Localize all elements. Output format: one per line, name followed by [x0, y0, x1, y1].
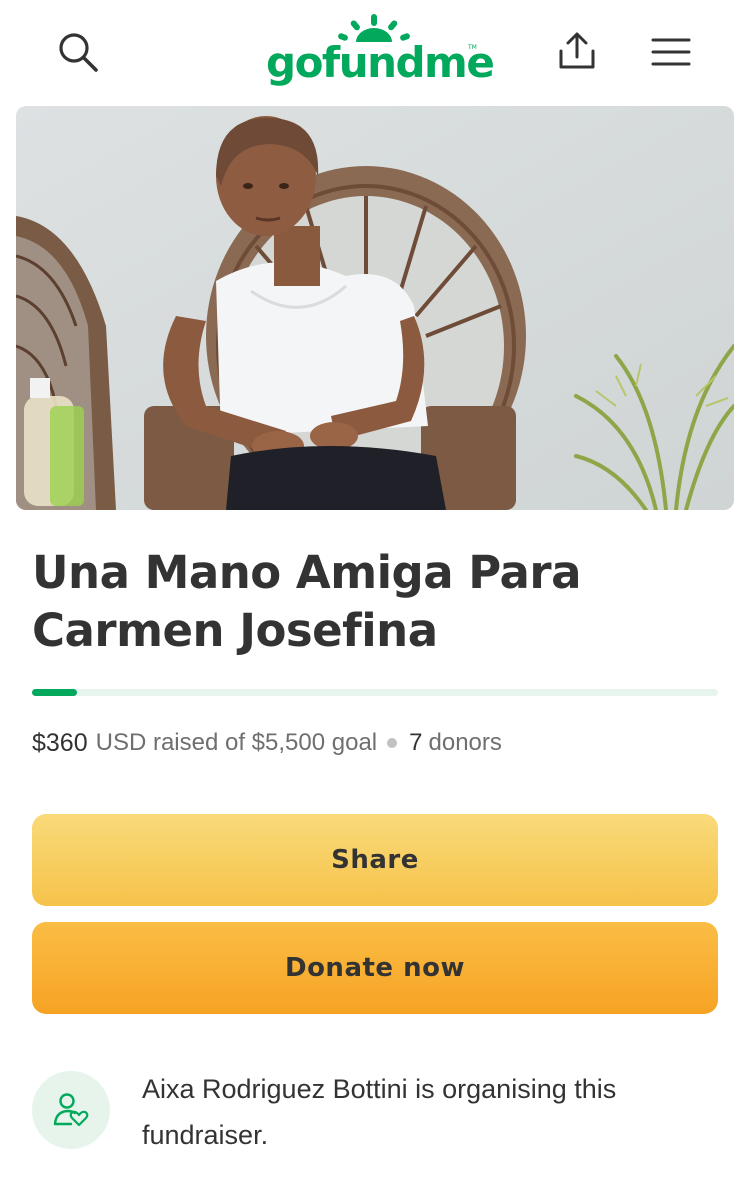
campaign-title-line-2: Carmen Josefina [32, 604, 438, 657]
campaign-title-line-1: Una Mano Amiga Para [32, 546, 581, 599]
logo-trademark: TM [468, 44, 477, 51]
search-icon [59, 33, 98, 72]
logo-text: gofundme [266, 38, 495, 87]
donor-label[interactable]: donors [429, 729, 502, 757]
donate-now-button[interactable]: Donate now [32, 922, 718, 1014]
menu-button[interactable] [644, 26, 698, 78]
campaign-hero-image[interactable] [16, 106, 734, 510]
campaign-photo [16, 106, 734, 510]
share-upload-button[interactable] [550, 24, 604, 78]
separator-dot [387, 738, 398, 748]
donor-count[interactable]: 7 [409, 729, 422, 757]
organiser-avatar [32, 1071, 110, 1149]
share-button[interactable]: Share [32, 814, 718, 906]
fundraising-stats: $360 USD raised of $5,500 goal 7 donors [32, 726, 502, 760]
organiser-section: Aixa Rodriguez Bottini is organising thi… [32, 1066, 722, 1176]
progress-bar [32, 689, 718, 696]
gofundme-logo[interactable]: gofundme TM [266, 10, 495, 94]
search-button[interactable] [52, 26, 104, 78]
campaign-title: Una Mano Amiga Para Carmen Josefina [32, 544, 722, 660]
share-upload-icon [559, 32, 595, 69]
organiser-text: Aixa Rodriguez Bottini is organising thi… [142, 1074, 617, 1150]
organiser-heart-person-icon [53, 1093, 89, 1127]
raised-goal-text: USD raised of $5,500 goal [95, 729, 378, 756]
raised-amount: $360 [32, 728, 88, 757]
progress-bar-fill [32, 689, 77, 696]
menu-icon [651, 38, 691, 66]
header: gofundme TM [0, 0, 748, 104]
